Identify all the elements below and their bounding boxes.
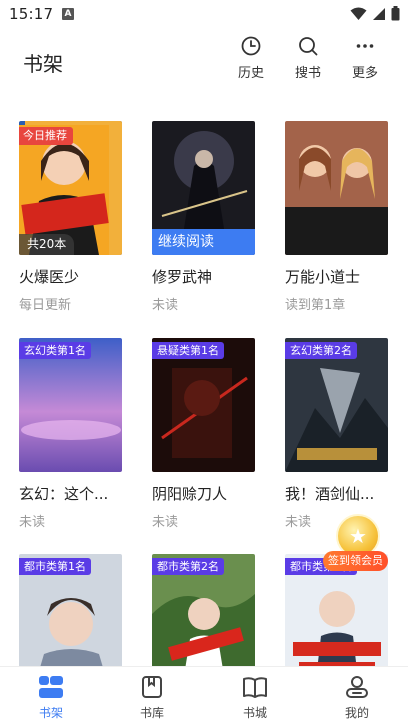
bookstore-icon	[243, 677, 267, 698]
book-cover[interactable]: 玄幻类第1名	[19, 338, 122, 472]
more-label: 更多	[351, 66, 378, 81]
book-item[interactable]: 悬疑类第1名 阴阳赊刀人 未读	[152, 338, 256, 530]
rank-tag: 玄幻类第1名	[19, 342, 91, 359]
history-label: 历史	[237, 66, 264, 81]
search-button[interactable]: 搜书	[286, 36, 330, 88]
more-icon	[356, 44, 374, 48]
library-icon	[142, 676, 162, 698]
status-bar: 15:17 A	[0, 0, 408, 30]
book-item[interactable]: 玄幻类第1名 玄幻：这个... 未读	[19, 338, 123, 530]
book-count-tag: 共20本	[19, 234, 75, 255]
book-cover[interactable]: 悬疑类第1名	[152, 338, 255, 472]
nav-profile[interactable]: 我的	[327, 675, 387, 721]
book-cover[interactable]	[285, 121, 388, 255]
book-cover[interactable]: 继续阅读	[152, 121, 255, 255]
bottom-nav: 书架 书库 书城 我的	[0, 666, 408, 725]
book-title: 火爆医少	[19, 268, 80, 286]
bookshelf-icon	[39, 676, 63, 698]
book-item[interactable]: 继续阅读 修罗武神 未读	[152, 121, 256, 313]
book-title: 万能小道士	[285, 268, 361, 286]
nav-bookshelf[interactable]: 书架	[21, 675, 81, 721]
book-item[interactable]: 万能小道士 读到第1章	[285, 121, 389, 313]
rank-tag: 玄幻类第2名	[285, 342, 357, 359]
status-time: 15:17	[9, 5, 54, 23]
book-status: 未读	[152, 515, 179, 530]
book-item[interactable]: 玄幻类第2名 我！酒剑仙... 未读	[285, 338, 389, 530]
book-title: 阴阳赊刀人	[152, 485, 228, 503]
book-title: 我！酒剑仙...	[285, 485, 375, 503]
search-icon	[299, 37, 318, 56]
nav-label: 我的	[344, 706, 369, 720]
sign-in-vip-badge[interactable]: ★ 签到领会员	[323, 514, 391, 572]
nav-library[interactable]: 书库	[122, 675, 182, 721]
continue-reading-button[interactable]: 继续阅读	[152, 229, 255, 255]
notification-icon: A	[62, 8, 74, 20]
book-cover[interactable]: 今日推荐 共20本	[19, 121, 122, 255]
book-status: 每日更新	[19, 298, 72, 313]
battery-icon	[391, 6, 400, 21]
app-header: 书架 历史 搜书 更多	[0, 30, 408, 92]
book-status: 未读	[19, 515, 46, 530]
book-title: 修罗武神	[152, 268, 213, 286]
search-label: 搜书	[294, 66, 321, 81]
book-status: 读到第1章	[285, 298, 346, 313]
rank-tag: 悬疑类第1名	[152, 342, 224, 359]
today-recommend-tag: 今日推荐	[19, 127, 73, 145]
nav-label: 书架	[38, 706, 63, 720]
book-cover[interactable]: 玄幻类第2名	[285, 338, 388, 472]
wifi-icon	[350, 7, 367, 20]
rank-tag: 都市类第2名	[152, 558, 224, 575]
nav-label: 书城	[242, 706, 267, 720]
more-button[interactable]: 更多	[343, 36, 387, 88]
rank-tag: 都市类第1名	[19, 558, 91, 575]
book-status: 未读	[152, 298, 179, 313]
page-title: 书架	[23, 52, 63, 76]
profile-icon	[346, 676, 368, 698]
system-icons	[350, 6, 400, 21]
book-title: 玄幻：这个...	[19, 485, 109, 503]
sign-in-label: 签到领会员	[323, 551, 388, 571]
cover-art	[285, 121, 388, 255]
history-button[interactable]: 历史	[229, 36, 273, 88]
nav-label: 书库	[139, 706, 164, 720]
signal-icon	[373, 7, 385, 20]
nav-bookstore[interactable]: 书城	[225, 675, 285, 721]
book-item[interactable]: 今日推荐 共20本 火爆医少 每日更新	[19, 121, 123, 313]
clock-icon	[241, 36, 261, 56]
